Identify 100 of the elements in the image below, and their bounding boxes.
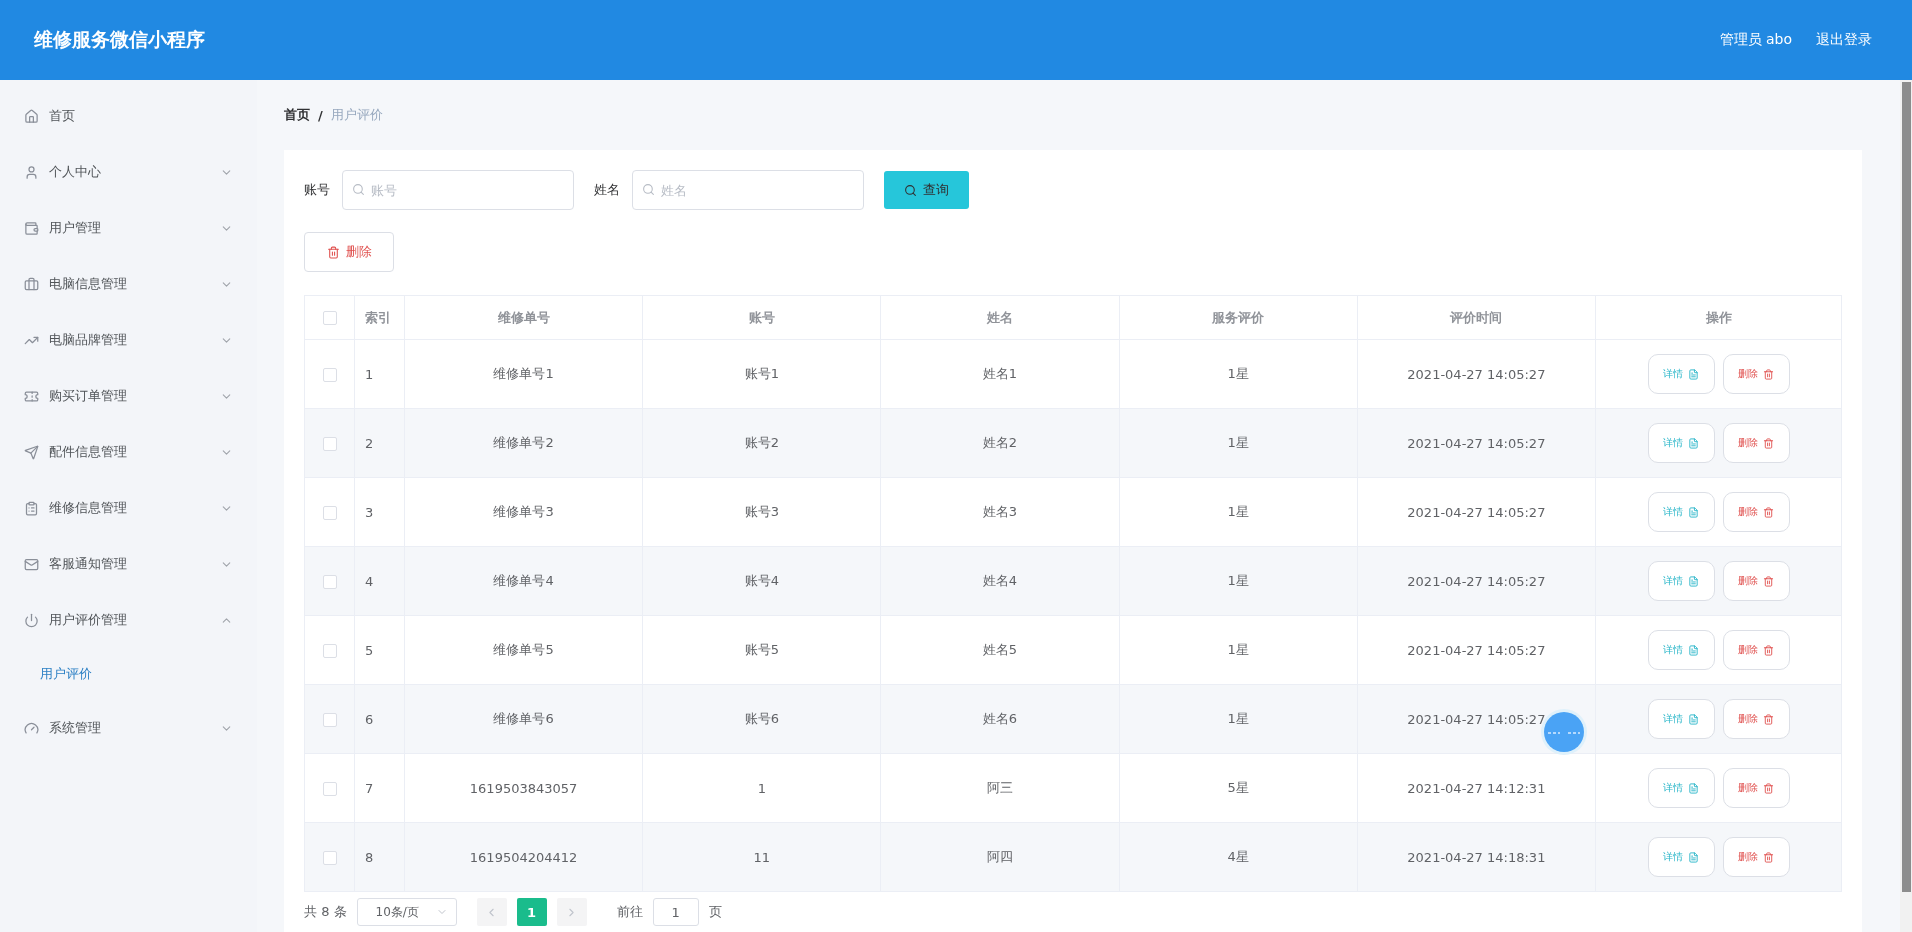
table-cell: 维修单号4 — [404, 546, 643, 616]
table-cell: 1星 — [1119, 339, 1358, 409]
next-page-button[interactable] — [556, 898, 587, 926]
document-icon — [1688, 782, 1699, 794]
checkbox[interactable] — [322, 781, 337, 796]
table-cell: 4星 — [1119, 822, 1358, 892]
row-delete-button[interactable]: 删除 — [1722, 423, 1790, 463]
query-button[interactable]: 查询 — [884, 171, 969, 209]
previous-page-button[interactable] — [476, 898, 507, 926]
table-cell: 2021-04-27 14:05:27 — [1357, 615, 1596, 685]
delete-button[interactable]: 删除 — [304, 232, 394, 272]
detail-button[interactable]: 详情 — [1647, 561, 1715, 601]
table-cell: 1星 — [1119, 408, 1358, 478]
table-cell: 2021-04-27 14:05:27 — [1357, 477, 1596, 547]
detail-button[interactable]: 详情 — [1647, 768, 1715, 808]
table-cell: 维修单号2 — [404, 408, 643, 478]
checkbox[interactable] — [322, 712, 337, 727]
checkbox[interactable] — [322, 574, 337, 589]
page-button[interactable]: 1 — [516, 898, 547, 926]
table-cell: 账号1 — [642, 339, 881, 409]
checkbox[interactable] — [322, 367, 337, 382]
detail-button[interactable]: 详情 — [1647, 699, 1715, 739]
sidebar-item[interactable]: 电脑品牌管理 — [0, 312, 257, 368]
breadcrumb-item[interactable]: 用户评价 — [330, 106, 383, 124]
table-cell: 姓名3 — [880, 477, 1120, 547]
detail-button[interactable]: 详情 — [1647, 354, 1715, 394]
power-icon — [24, 612, 39, 628]
ticket-icon — [24, 388, 39, 404]
table-cell: 2021-04-27 14:05:27 — [1357, 339, 1596, 409]
table-cell: 姓名5 — [880, 615, 1120, 685]
total-count: 共 8 条 — [304, 903, 347, 921]
logout-link[interactable]: 退出登录 — [1816, 31, 1872, 49]
row-delete-button[interactable]: 删除 — [1722, 837, 1790, 877]
checkbox[interactable] — [322, 436, 337, 451]
document-icon — [1688, 851, 1699, 863]
table-cell: 1星 — [1119, 477, 1358, 547]
page-suffix: 页 — [708, 903, 722, 921]
search-field[interactable]: 账号 — [342, 170, 574, 210]
sidebar-item[interactable]: 用户评价管理 — [0, 592, 257, 648]
sidebar-item[interactable]: 购买订单管理 — [0, 368, 257, 424]
mail-icon — [24, 556, 39, 572]
wallet-icon — [24, 220, 39, 236]
table-cell: 2 — [354, 408, 405, 478]
document-icon — [1688, 437, 1699, 449]
table-cell: 姓名4 — [880, 546, 1120, 616]
page-size-select[interactable]: 10条/页 — [356, 898, 457, 926]
goto-label: 前往 — [616, 903, 643, 921]
detail-button[interactable]: 详情 — [1647, 492, 1715, 532]
scrollbar[interactable] — [1900, 80, 1912, 932]
table-cell: 8 — [354, 822, 405, 892]
sidebar-item[interactable]: 个人中心 — [0, 144, 257, 200]
column-header: 姓名 — [880, 295, 1120, 340]
search-field[interactable]: 姓名 — [632, 170, 864, 210]
breadcrumb-separator: / — [318, 107, 323, 123]
table-cell: 5 — [354, 615, 405, 685]
table-cell: 1 — [642, 753, 881, 823]
sidebar-item[interactable]: 客服通知管理 — [0, 536, 257, 592]
column-header: 索引 — [354, 295, 405, 340]
trash-icon — [1763, 713, 1774, 725]
row-delete-button[interactable]: 删除 — [1722, 561, 1790, 601]
trash-icon — [1763, 506, 1774, 518]
checkbox[interactable] — [322, 311, 337, 326]
trash-icon — [1763, 368, 1774, 380]
breadcrumb-item[interactable]: 首页 — [284, 106, 310, 124]
row-delete-button[interactable]: 删除 — [1722, 630, 1790, 670]
document-icon — [1688, 644, 1699, 656]
checkbox[interactable] — [322, 505, 337, 520]
sidebar-item[interactable]: 电脑信息管理 — [0, 256, 257, 312]
search-icon — [642, 183, 655, 196]
clipboard-icon — [24, 500, 39, 516]
send-icon — [24, 444, 39, 460]
row-delete-button[interactable]: 删除 — [1722, 768, 1790, 808]
row-delete-button[interactable]: 删除 — [1722, 354, 1790, 394]
checkbox[interactable] — [322, 850, 337, 865]
table-cell: 维修单号6 — [404, 684, 643, 754]
sidebar-item[interactable]: 配件信息管理 — [0, 424, 257, 480]
row-delete-button[interactable]: 删除 — [1722, 699, 1790, 739]
table-cell: 1星 — [1119, 684, 1358, 754]
briefcase-icon — [24, 276, 39, 292]
table-cell: 维修单号3 — [404, 477, 643, 547]
row-delete-button[interactable]: 删除 — [1722, 492, 1790, 532]
document-icon — [1688, 713, 1699, 725]
sidebar-subitem[interactable]: 用户评价 — [0, 648, 257, 700]
sidebar-item[interactable]: 维修信息管理 — [0, 480, 257, 536]
table-cell: 姓名6 — [880, 684, 1120, 754]
table-cell: 2021-04-27 14:18:31 — [1357, 822, 1596, 892]
document-icon — [1688, 368, 1699, 380]
trash-icon — [1763, 437, 1774, 449]
detail-button[interactable]: 详情 — [1647, 630, 1715, 670]
detail-button[interactable]: 详情 — [1647, 423, 1715, 463]
sidebar-item[interactable]: 首页 — [0, 88, 257, 144]
table-cell: 维修单号1 — [404, 339, 643, 409]
sidebar-item[interactable]: 用户管理 — [0, 200, 257, 256]
table-cell: 阿三 — [880, 753, 1120, 823]
sidebar-item[interactable]: 系统管理 — [0, 700, 257, 756]
table-cell: 11 — [642, 822, 881, 892]
page-input[interactable]: 1 — [652, 898, 699, 926]
checkbox[interactable] — [322, 643, 337, 658]
detail-button[interactable]: 详情 — [1647, 837, 1715, 877]
table-cell: 账号2 — [642, 408, 881, 478]
